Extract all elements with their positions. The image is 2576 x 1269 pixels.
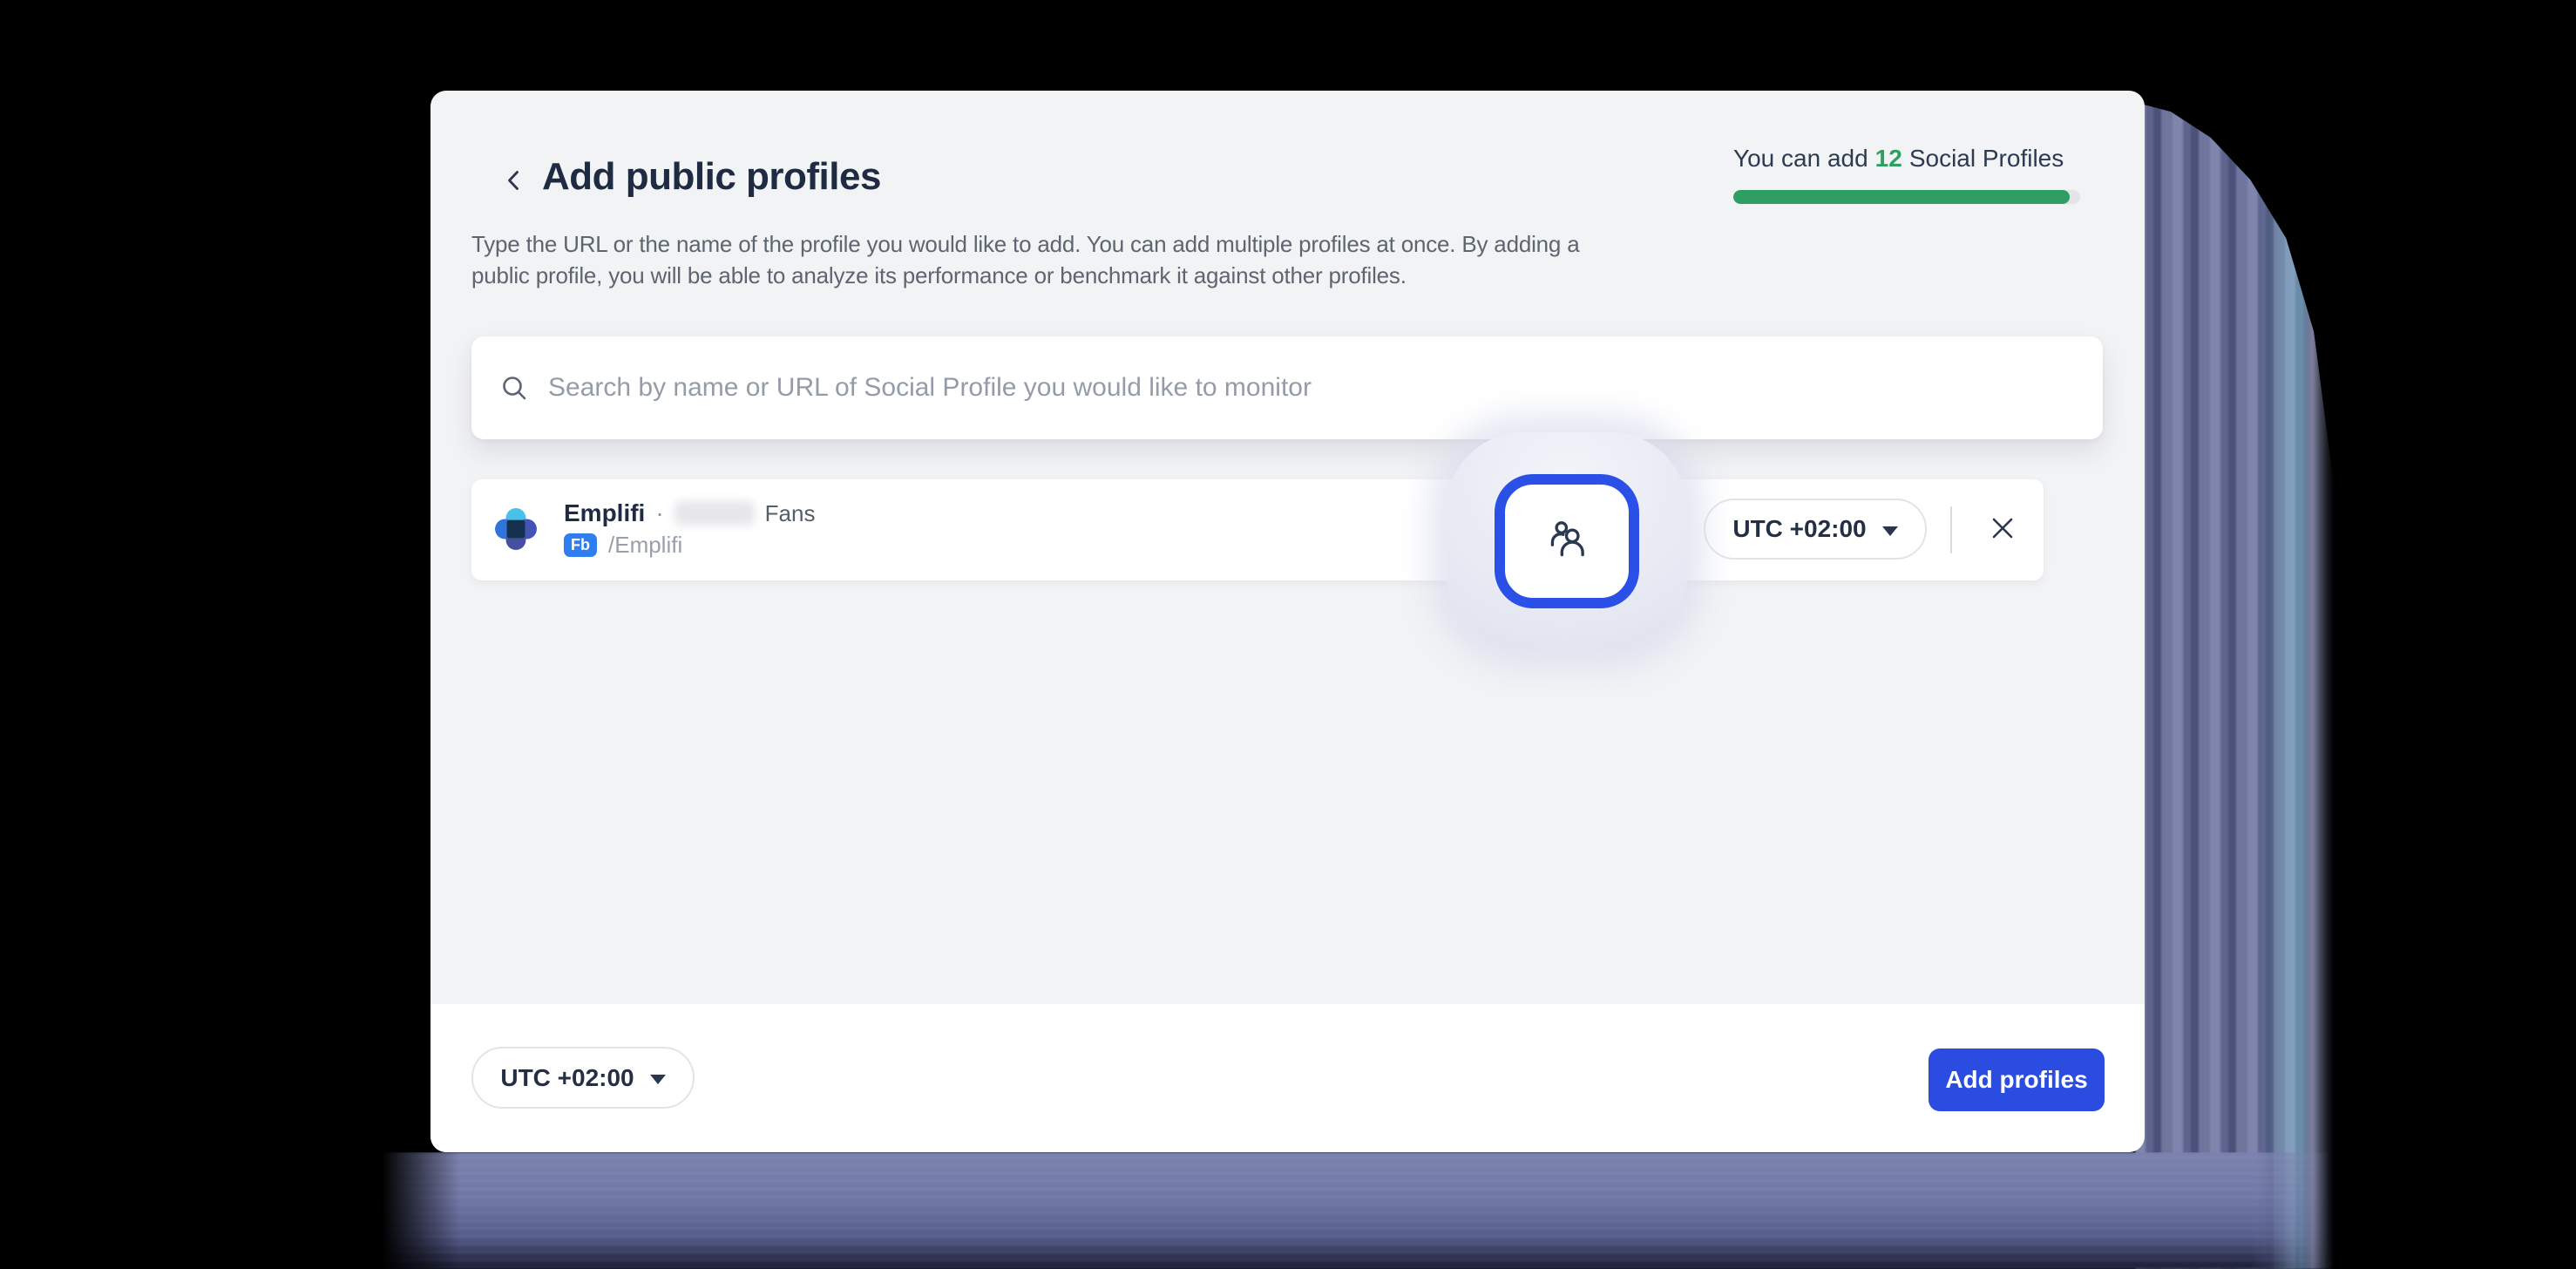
profile-name-line: Emplifi · Fans: [564, 499, 815, 528]
search-input[interactable]: [548, 373, 2075, 403]
chevron-left-icon: [501, 167, 527, 196]
emplifi-logo: [494, 507, 538, 551]
users-icon: [1542, 514, 1592, 569]
limit-prefix: You can add: [1733, 145, 1868, 173]
page-title: Add public profiles: [542, 155, 881, 199]
search-icon: [499, 373, 529, 403]
drag-ghost-card: [1495, 474, 1639, 608]
fans-label: Fans: [765, 500, 816, 527]
redacted-fan-count: [675, 501, 755, 526]
facebook-badge: Fb: [564, 533, 597, 557]
modal-description: Type the URL or the name of the profile …: [471, 228, 1579, 291]
app-canvas: Add public profiles You can add 12 Socia…: [0, 0, 2576, 1269]
profile-sub-line: Fb /Emplifi: [564, 532, 682, 559]
profile-limit-progress: [1733, 190, 2080, 204]
description-line-1: Type the URL or the name of the profile …: [471, 228, 1579, 260]
remove-profile-button[interactable]: [1972, 499, 2033, 560]
row-timezone-label: UTC +02:00: [1732, 515, 1866, 543]
limit-suffix: Social Profiles: [1909, 145, 2064, 173]
profile-handle: /Emplifi: [608, 532, 682, 559]
caret-down-icon: [650, 1075, 666, 1084]
profile-row-emplifi[interactable]: Emplifi · Fans Fb /Emplifi UTC +02:00: [471, 479, 2044, 580]
description-line-2: public profile, you will be able to anal…: [471, 260, 1579, 291]
close-x-icon: [1990, 515, 2016, 544]
caret-down-icon: [1882, 526, 1898, 536]
dot-separator: ·: [655, 499, 663, 527]
limit-count: 12: [1875, 145, 1902, 173]
artifact-band-bottom: [382, 1152, 2330, 1269]
profile-limit-block: You can add 12 Social Profiles: [1733, 145, 2080, 204]
footer-timezone-label: UTC +02:00: [500, 1064, 634, 1092]
row-timezone-select[interactable]: UTC +02:00: [1704, 499, 1927, 560]
drag-ghost-overlay[interactable]: [1447, 432, 1687, 650]
add-profiles-button[interactable]: Add profiles: [1929, 1048, 2105, 1111]
back-button[interactable]: [495, 162, 533, 200]
modal-footer: UTC +02:00 Add profiles: [430, 1004, 2145, 1152]
profile-search-bar: [471, 336, 2103, 439]
add-public-profiles-modal: Add public profiles You can add 12 Socia…: [430, 91, 2145, 1152]
profile-limit-progress-fill: [1733, 190, 2070, 204]
artifact-band-right: [2135, 98, 2334, 1269]
profile-name: Emplifi: [564, 499, 645, 527]
row-divider: [1950, 506, 1952, 553]
profile-limit-text: You can add 12 Social Profiles: [1733, 145, 2080, 173]
footer-timezone-select[interactable]: UTC +02:00: [471, 1047, 695, 1109]
